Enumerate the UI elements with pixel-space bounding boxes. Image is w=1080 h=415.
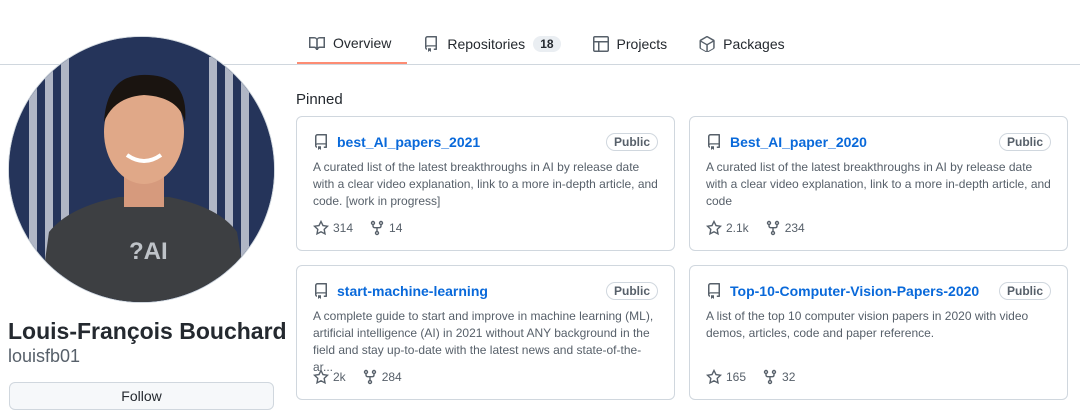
profile-tabs: Overview Repositories 18 Projects Package… [297, 24, 801, 65]
stars-link[interactable]: 165 [706, 369, 746, 385]
repo-name-link[interactable]: Top-10-Computer-Vision-Papers-2020 [730, 283, 979, 299]
star-count: 165 [726, 370, 746, 384]
profile-name: Louis-François Bouchard [8, 318, 287, 345]
fork-icon [762, 369, 778, 385]
tab-packages[interactable]: Packages [683, 24, 800, 64]
repo-name-link[interactable]: Best_AI_paper_2020 [730, 134, 867, 150]
forks-link[interactable]: 284 [362, 369, 402, 385]
pinned-repo-card: Top-10-Computer-Vision-Papers-2020 Public… [689, 265, 1068, 400]
svg-text:?AI: ?AI [129, 238, 168, 265]
repo-meta: 314 14 [313, 220, 402, 236]
fork-icon [765, 220, 781, 236]
fork-count: 14 [389, 221, 402, 235]
tab-projects[interactable]: Projects [577, 24, 684, 64]
fork-icon [362, 369, 378, 385]
star-icon [706, 369, 722, 385]
star-icon [313, 220, 329, 236]
fork-count: 284 [382, 370, 402, 384]
book-icon [309, 35, 325, 51]
repo-icon [313, 283, 329, 299]
avatar[interactable]: ?AI [8, 36, 275, 303]
tab-label: Overview [333, 35, 391, 51]
visibility-badge: Public [999, 133, 1051, 151]
tab-label: Packages [723, 36, 784, 52]
repo-icon [313, 134, 329, 150]
forks-link[interactable]: 14 [369, 220, 402, 236]
package-icon [699, 36, 715, 52]
repo-icon [423, 36, 439, 52]
repo-icon [706, 134, 722, 150]
star-icon [313, 369, 329, 385]
repo-meta: 165 32 [706, 369, 795, 385]
forks-link[interactable]: 32 [762, 369, 795, 385]
pinned-heading: Pinned [296, 91, 343, 108]
visibility-badge: Public [999, 282, 1051, 300]
repo-icon [706, 283, 722, 299]
repo-meta: 2.1k 234 [706, 220, 805, 236]
star-count: 2k [333, 370, 346, 384]
repo-description: A curated list of the latest breakthroug… [313, 159, 658, 211]
stars-link[interactable]: 2k [313, 369, 346, 385]
tab-label: Repositories [447, 36, 525, 52]
fork-count: 234 [785, 221, 805, 235]
table-icon [593, 36, 609, 52]
fork-count: 32 [782, 370, 795, 384]
visibility-badge: Public [606, 133, 658, 151]
repo-description: A list of the top 10 computer vision pap… [706, 308, 1051, 360]
pinned-repo-card: Best_AI_paper_2020 Public A curated list o… [689, 116, 1068, 251]
star-count: 2.1k [726, 221, 749, 235]
repo-description: A curated list of the latest breakthroug… [706, 159, 1051, 211]
tab-overview[interactable]: Overview [297, 24, 407, 64]
profile-username: louisfb01 [8, 346, 80, 367]
fork-icon [369, 220, 385, 236]
pinned-repo-card: start-machine-learning Public A complete g… [296, 265, 675, 400]
pinned-repo-card: best_AI_papers_2021 Public A curated list … [296, 116, 675, 251]
stars-link[interactable]: 2.1k [706, 220, 749, 236]
star-count: 314 [333, 221, 353, 235]
repo-header: Top-10-Computer-Vision-Papers-2020 Public [706, 282, 1051, 300]
repo-header: start-machine-learning Public [313, 282, 658, 300]
star-icon [706, 220, 722, 236]
repo-name-link[interactable]: start-machine-learning [337, 283, 488, 299]
repo-header: best_AI_papers_2021 Public [313, 133, 658, 151]
forks-link[interactable]: 234 [765, 220, 805, 236]
repo-count-badge: 18 [533, 36, 560, 52]
repo-header: Best_AI_paper_2020 Public [706, 133, 1051, 151]
avatar-image: ?AI [9, 37, 275, 303]
repo-description: A complete guide to start and improve in… [313, 308, 658, 360]
tab-repositories[interactable]: Repositories 18 [407, 24, 576, 64]
follow-button[interactable]: Follow [9, 382, 274, 410]
tab-label: Projects [617, 36, 668, 52]
repo-meta: 2k 284 [313, 369, 402, 385]
visibility-badge: Public [606, 282, 658, 300]
stars-link[interactable]: 314 [313, 220, 353, 236]
repo-name-link[interactable]: best_AI_papers_2021 [337, 134, 480, 150]
